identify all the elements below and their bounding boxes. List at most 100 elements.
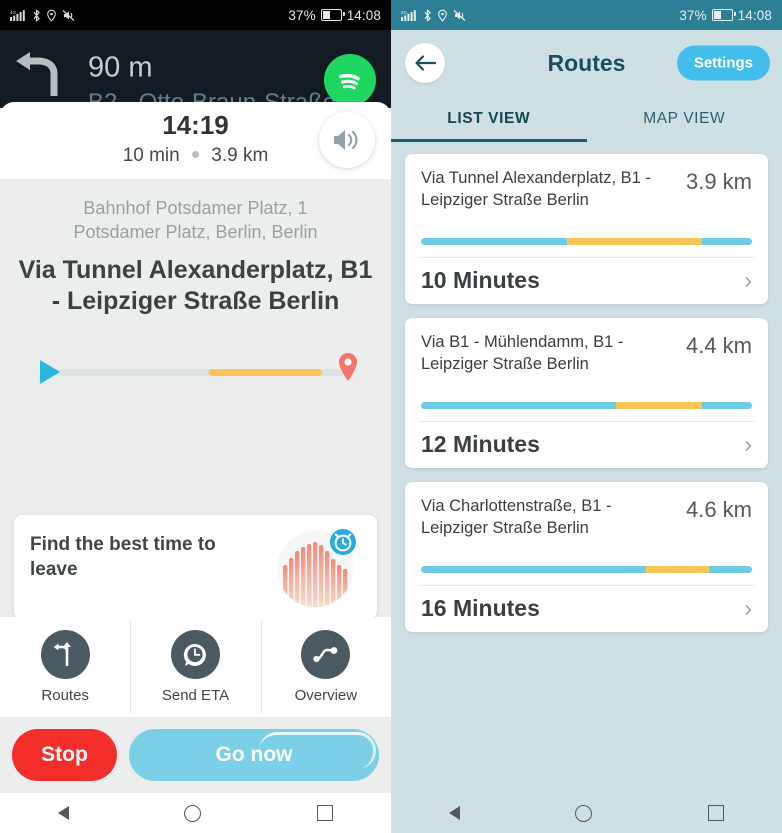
clock-label: 14:08 [346, 7, 381, 23]
destination-address-line1: Bahnhof Potsdamer Platz, 1 [83, 197, 308, 218]
chevron-right-icon[interactable]: › [744, 268, 752, 292]
go-now-button[interactable]: Go now [129, 729, 379, 781]
status-bar-icons-right: 4G [401, 8, 466, 22]
routes-fork-icon [40, 630, 90, 679]
back-triangle-icon[interactable] [448, 806, 460, 820]
battery-percent-label: 37% [288, 7, 316, 23]
traffic-segment [616, 401, 703, 409]
route-card[interactable]: Via Tunnel Alexanderplatz, B1 - Leipzige… [405, 154, 768, 304]
route-card[interactable]: Via B1 - Mühlendamm, B1 - Leipziger Stra… [405, 317, 768, 468]
route-traffic-bar [421, 401, 752, 409]
navigation-banner: 90 m B2 - Otto-Braun-Straße [0, 30, 391, 116]
status-bar-right-group: 37% 14:08 [679, 8, 772, 23]
tab-list-view[interactable]: LIST VIEW [391, 96, 587, 142]
route-name: Via B1 - Mühlendamm, B1 - Leipziger Stra… [421, 332, 624, 373]
bluetooth-icon [424, 8, 431, 22]
signal-icon: 4G [10, 10, 25, 21]
route-card-footer: 16 Minutes › [421, 586, 752, 622]
traffic-segment [646, 565, 709, 573]
route-duration: 12 Minutes [421, 430, 540, 457]
route-card-header: Via Charlottenstraße, B1 - Leipziger Str… [421, 496, 752, 540]
status-bar-right: 37% 14:08 [288, 8, 381, 23]
action-send-eta[interactable]: Send ETA [130, 617, 260, 717]
back-arrow-icon [415, 55, 436, 71]
settings-button[interactable]: Settings [676, 45, 770, 81]
page-title: Routes [547, 49, 626, 76]
eta-card: 14:19 10 min 3.9 km [0, 102, 391, 179]
routes-fork-glyph [53, 642, 71, 666]
view-tabs: LIST VIEW MAP VIEW [391, 96, 782, 142]
route-card-footer: 10 Minutes › [421, 258, 752, 294]
speaker-icon [334, 130, 358, 151]
route-traffic-bar [421, 565, 752, 573]
status-bar-right-panel: 4G 37% 14:08 [391, 0, 782, 30]
route-overview-icon [301, 630, 351, 679]
recents-square-icon[interactable] [708, 805, 725, 821]
traffic-segment [566, 237, 703, 245]
spotify-button[interactable] [324, 54, 376, 106]
svg-text:4G: 4G [401, 10, 408, 15]
destination-pin-icon [339, 353, 357, 382]
chevron-right-icon[interactable]: › [744, 596, 752, 620]
tab-active-indicator [391, 139, 587, 142]
action-bar: Routes Send ETA Overview [0, 617, 391, 717]
tab-map-view[interactable]: MAP VIEW [587, 96, 782, 142]
clock-bubble-icon [170, 630, 220, 679]
recents-square-icon[interactable] [317, 805, 334, 821]
android-nav-right [391, 793, 782, 833]
action-overview-label: Overview [294, 687, 358, 704]
chevron-right-icon[interactable]: › [744, 432, 752, 456]
sound-toggle-button[interactable] [319, 112, 375, 169]
best-time-title: Find the best time to leave [30, 534, 216, 580]
action-overview[interactable]: Overview [260, 617, 391, 717]
routes-header: Routes Settings [391, 30, 782, 96]
separator-dot [192, 150, 199, 158]
action-routes[interactable]: Routes [0, 617, 130, 717]
eta-distance: 3.9 km [211, 144, 269, 166]
route-card-footer: 12 Minutes › [421, 422, 752, 458]
maneuver-distance: 90 m [88, 51, 153, 84]
best-time-to-leave-card[interactable]: Find the best time to leave [14, 515, 377, 619]
route-card-header: Via B1 - Mühlendamm, B1 - Leipziger Stra… [421, 332, 752, 376]
progress-bar [46, 369, 343, 377]
mute-icon [453, 9, 466, 21]
home-circle-icon[interactable] [184, 804, 202, 822]
battery-icon [320, 9, 345, 21]
routes-list: Via Tunnel Alexanderplatz, B1 - Leipzige… [391, 142, 782, 632]
selected-route-title: Via Tunnel Alexanderplatz, B1 - Leipzige… [18, 256, 373, 316]
traffic-segment [209, 369, 323, 377]
left-panel-navigation: 4G 37% 14:08 90 m 14:19 10 min 3.9 km Ba… [0, 0, 391, 833]
home-circle-icon[interactable] [575, 804, 593, 822]
route-distance: 4.6 km [685, 496, 752, 522]
route-card[interactable]: Via Charlottenstraße, B1 - Leipziger Str… [405, 481, 768, 632]
route-card-header: Via Tunnel Alexanderplatz, B1 - Leipzige… [421, 168, 752, 212]
route-name: Via Tunnel Alexanderplatz, B1 - Leipzige… [421, 169, 651, 209]
destination-address-line2: Potsdamer Platz, Berlin, Berlin [73, 221, 318, 242]
signal-icon: 4G [401, 10, 416, 21]
route-distance: 3.9 km [685, 169, 752, 194]
spotify-icon [339, 73, 360, 90]
route-detail: Bahnhof Potsdamer Platz, 1 Potsdamer Pla… [0, 179, 391, 318]
status-bar-left: 4G 37% 14:08 [0, 0, 391, 30]
status-bar-icons: 4G [10, 8, 75, 22]
battery-percent-label: 37% [679, 7, 707, 23]
battery-icon [711, 9, 736, 21]
stop-button[interactable]: Stop [12, 729, 117, 781]
android-nav-left [0, 793, 391, 833]
route-overview-glyph [313, 647, 338, 663]
mute-icon [62, 9, 75, 21]
bluetooth-icon [33, 8, 40, 22]
back-button[interactable] [405, 43, 445, 83]
svg-text:4G: 4G [10, 10, 17, 15]
cta-bar: Stop Go now [0, 717, 391, 793]
location-icon [438, 9, 447, 22]
navigation-arrow-icon [40, 360, 60, 385]
route-traffic-bar [421, 237, 752, 245]
action-send-eta-label: Send ETA [161, 687, 230, 704]
route-duration: 10 Minutes [421, 266, 540, 293]
histogram-alarm-icon [277, 529, 356, 607]
back-triangle-icon[interactable] [57, 806, 69, 820]
route-name: Via Charlottenstraße, B1 - Leipziger Str… [421, 496, 612, 537]
eta-duration: 10 min [122, 144, 180, 166]
turn-left-icon [16, 52, 58, 96]
